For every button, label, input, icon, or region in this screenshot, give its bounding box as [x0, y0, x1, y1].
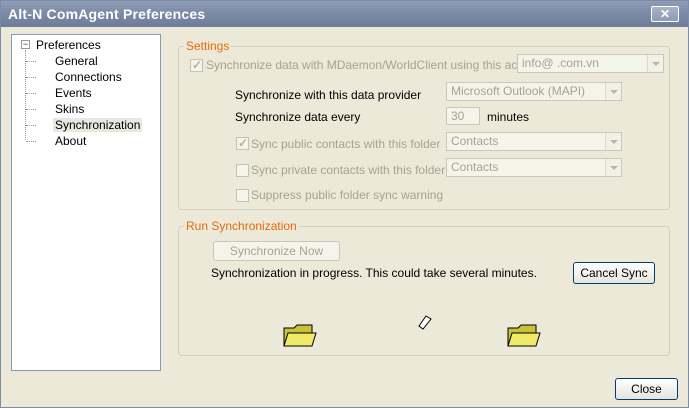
settings-group-title: Settings: [184, 39, 232, 53]
source-folder-icon: [283, 324, 317, 347]
sync-account-checkbox[interactable]: ✓: [190, 58, 203, 72]
settings-group: Settings ✓ Synchronize data with MDaemon…: [178, 39, 670, 210]
tree-item-synchronization[interactable]: Synchronization: [53, 117, 143, 133]
chevron-down-icon[interactable]: [605, 159, 621, 176]
tree-connector: [26, 141, 36, 142]
sync-account-label: Synchronize data with MDaemon/WorldClien…: [206, 58, 547, 72]
cancel-sync-button[interactable]: Cancel Sync: [573, 262, 655, 284]
run-sync-group-title: Run Synchronization: [184, 219, 299, 233]
interval-label: Synchronize data every: [235, 110, 361, 124]
tree-root-preferences[interactable]: Preferences: [34, 37, 103, 53]
private-contacts-value: Contacts: [451, 160, 499, 174]
preferences-window: Alt-N ComAgent Preferences ✕ − Preferenc…: [0, 0, 689, 408]
tree-connector: [26, 125, 36, 126]
private-contacts-select[interactable]: Contacts: [446, 158, 622, 177]
provider-label: Synchronize with this data provider: [235, 88, 422, 102]
tree-item-label: Skins: [55, 102, 85, 116]
chevron-down-icon[interactable]: [605, 133, 621, 150]
collapse-icon[interactable]: −: [21, 40, 30, 49]
window-close-icon[interactable]: ✕: [651, 6, 679, 22]
public-contacts-checkbox[interactable]: ✓: [236, 136, 249, 150]
provider-select[interactable]: Microsoft Outlook (MAPI): [446, 82, 622, 101]
synchronize-now-button[interactable]: Synchronize Now: [213, 241, 340, 261]
tree-item-label: Synchronization: [53, 118, 143, 132]
tree-item-label: General: [55, 54, 98, 68]
tree-connector: [26, 93, 36, 94]
suppress-warning-checkbox[interactable]: [236, 189, 249, 202]
tree-item-label: About: [55, 134, 87, 148]
destination-folder-icon: [507, 324, 541, 347]
private-contacts-label: Sync private contacts with this folder: [251, 163, 446, 177]
tree-item-about[interactable]: About: [53, 133, 88, 149]
interval-unit: minutes: [487, 110, 530, 124]
checkmark-icon: ✓: [238, 136, 249, 150]
tree-root-label: Preferences: [36, 38, 101, 52]
interval-input[interactable]: 30: [446, 107, 480, 125]
title-bar[interactable]: Alt-N ComAgent Preferences ✕: [1, 1, 688, 27]
window-title: Alt-N ComAgent Preferences: [8, 6, 206, 22]
sync-status-text: Synchronization in progress. This could …: [211, 266, 537, 280]
provider-value: Microsoft Outlook (MAPI): [451, 84, 586, 98]
preferences-tree[interactable]: − Preferences General Connections Events…: [11, 34, 161, 371]
public-contacts-value: Contacts: [451, 134, 499, 148]
private-contacts-checkbox[interactable]: [236, 164, 249, 177]
tree-item-label: Connections: [55, 70, 122, 84]
close-button[interactable]: Close: [615, 378, 678, 400]
tree-connector: [26, 109, 36, 110]
checkmark-icon: ✓: [192, 58, 203, 72]
tree-connector: [25, 50, 26, 140]
tree-connector: [26, 77, 36, 78]
run-sync-group: Run Synchronization Synchronize Now Sync…: [178, 219, 670, 356]
tree-item-label: Events: [55, 86, 92, 100]
public-contacts-label: Sync public contacts with this folder: [251, 137, 441, 151]
chevron-down-icon[interactable]: [605, 83, 621, 100]
flying-document-icon: [418, 315, 432, 330]
tree-connector: [26, 61, 36, 62]
tree-item-general[interactable]: General: [53, 53, 100, 69]
tree-item-skins[interactable]: Skins: [53, 101, 86, 117]
tree-item-events[interactable]: Events: [53, 85, 94, 101]
public-contacts-select[interactable]: Contacts: [446, 132, 622, 151]
tree-item-connections[interactable]: Connections: [53, 69, 124, 85]
chevron-down-icon[interactable]: [647, 55, 663, 72]
suppress-warning-label: Suppress public folder sync warning: [251, 188, 444, 202]
account-select[interactable]: info@ .com.vn: [517, 54, 664, 73]
account-value: info@ .com.vn: [522, 56, 599, 70]
